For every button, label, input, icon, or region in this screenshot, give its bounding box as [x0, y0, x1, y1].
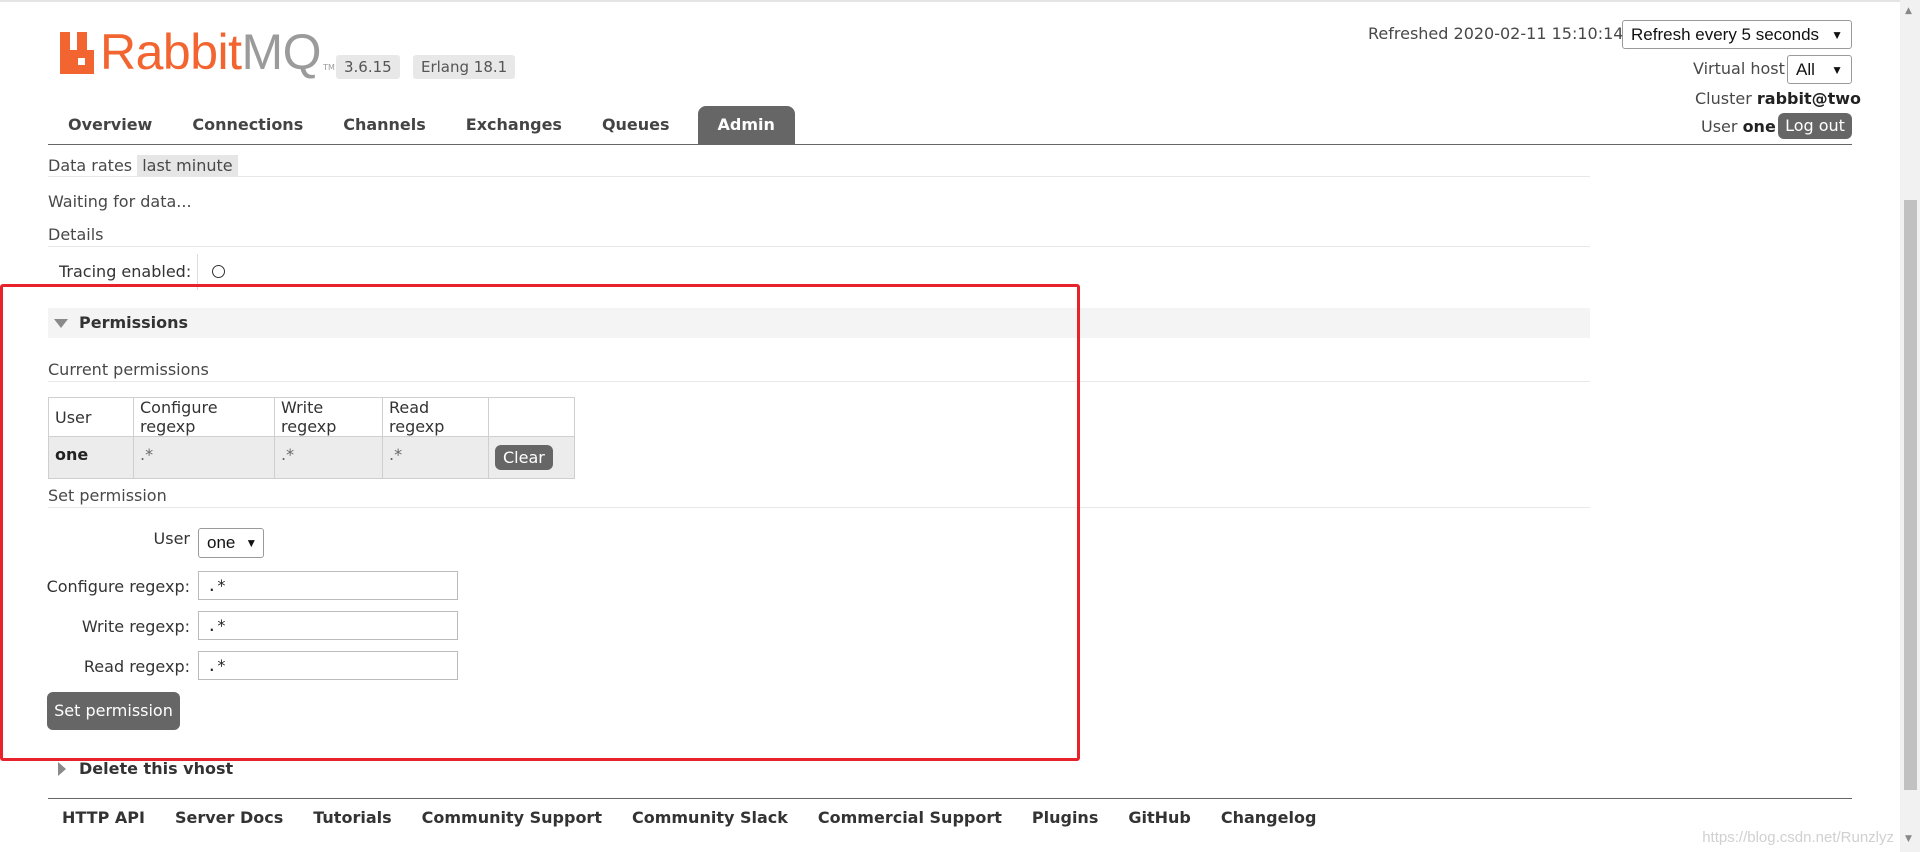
logout-button[interactable]: Log out: [1778, 113, 1852, 139]
main-nav: Overview Connections Channels Exchanges …: [48, 106, 795, 144]
footer-link-server-docs[interactable]: Server Docs: [175, 808, 283, 827]
current-user: one: [1742, 117, 1776, 136]
top-border: [0, 0, 1920, 2]
logo-trademark: TM: [323, 63, 335, 72]
footer-link-community-slack[interactable]: Community Slack: [632, 808, 788, 827]
footer-link-github[interactable]: GitHub: [1128, 808, 1191, 827]
data-rates: Data rates last minute: [48, 155, 238, 176]
virtual-host-label: Virtual host: [1693, 59, 1785, 78]
tracing-label: Tracing enabled:: [59, 262, 192, 281]
watermark: https://blog.csdn.net/Runzlyz: [1702, 829, 1894, 846]
refresh-interval-select[interactable]: Refresh every 5 seconds ▼: [1622, 20, 1852, 49]
footer-link-changelog[interactable]: Changelog: [1221, 808, 1317, 827]
footer-link-http-api[interactable]: HTTP API: [62, 808, 145, 827]
data-rates-label: Data rates: [48, 156, 133, 175]
version-badge: 3.6.15: [336, 55, 400, 79]
footer-divider: [48, 798, 1852, 799]
data-rates-range[interactable]: last minute: [137, 155, 238, 176]
cluster-name: rabbit@two: [1756, 89, 1862, 108]
scroll-down-icon[interactable]: ▼: [1905, 834, 1912, 844]
chevron-down-icon: ▼: [1831, 62, 1843, 77]
tab-queues[interactable]: Queues: [582, 106, 690, 144]
scroll-up-icon[interactable]: ▲: [1905, 6, 1912, 16]
virtual-host-select[interactable]: All ▼: [1787, 55, 1852, 84]
tab-admin[interactable]: Admin: [697, 106, 795, 144]
highlight-box: [0, 284, 1080, 761]
tracing-radio[interactable]: [212, 265, 225, 278]
user-info: User one: [1701, 117, 1776, 136]
tab-overview[interactable]: Overview: [48, 106, 172, 144]
footer-link-community-support[interactable]: Community Support: [422, 808, 602, 827]
nav-divider: [48, 144, 1852, 145]
footer-link-tutorials[interactable]: Tutorials: [313, 808, 391, 827]
chevron-down-icon: ▼: [1831, 27, 1843, 42]
refresh-interval-value: Refresh every 5 seconds: [1631, 24, 1820, 44]
waiting-status: Waiting for data...: [48, 192, 192, 211]
rabbitmq-logo[interactable]: RabbitMQ TM: [60, 24, 335, 80]
delete-vhost-section[interactable]: Delete this vhost: [79, 759, 233, 778]
rabbitmq-logo-icon: [60, 32, 94, 74]
cluster-info: Cluster rabbit@two: [1695, 89, 1861, 108]
tab-connections[interactable]: Connections: [172, 106, 323, 144]
user-label: User: [1701, 117, 1738, 136]
details-heading: Details: [48, 225, 104, 244]
divider: [48, 246, 1590, 247]
cluster-label: Cluster: [1695, 89, 1752, 108]
tab-channels[interactable]: Channels: [323, 106, 446, 144]
tab-exchanges[interactable]: Exchanges: [446, 106, 582, 144]
logo-wordmark: RabbitMQ: [100, 24, 322, 80]
footer-links: HTTP API Server Docs Tutorials Community…: [62, 808, 1346, 827]
refreshed-timestamp: Refreshed 2020-02-11 15:10:14: [1368, 24, 1624, 43]
virtual-host-value: All: [1796, 59, 1815, 79]
scrollbar-thumb[interactable]: [1904, 200, 1917, 790]
divider: [48, 176, 1590, 177]
footer-link-commercial-support[interactable]: Commercial Support: [818, 808, 1002, 827]
erlang-version-badge: Erlang 18.1: [413, 55, 516, 79]
footer-link-plugins[interactable]: Plugins: [1032, 808, 1098, 827]
caret-right-icon: [58, 762, 66, 776]
